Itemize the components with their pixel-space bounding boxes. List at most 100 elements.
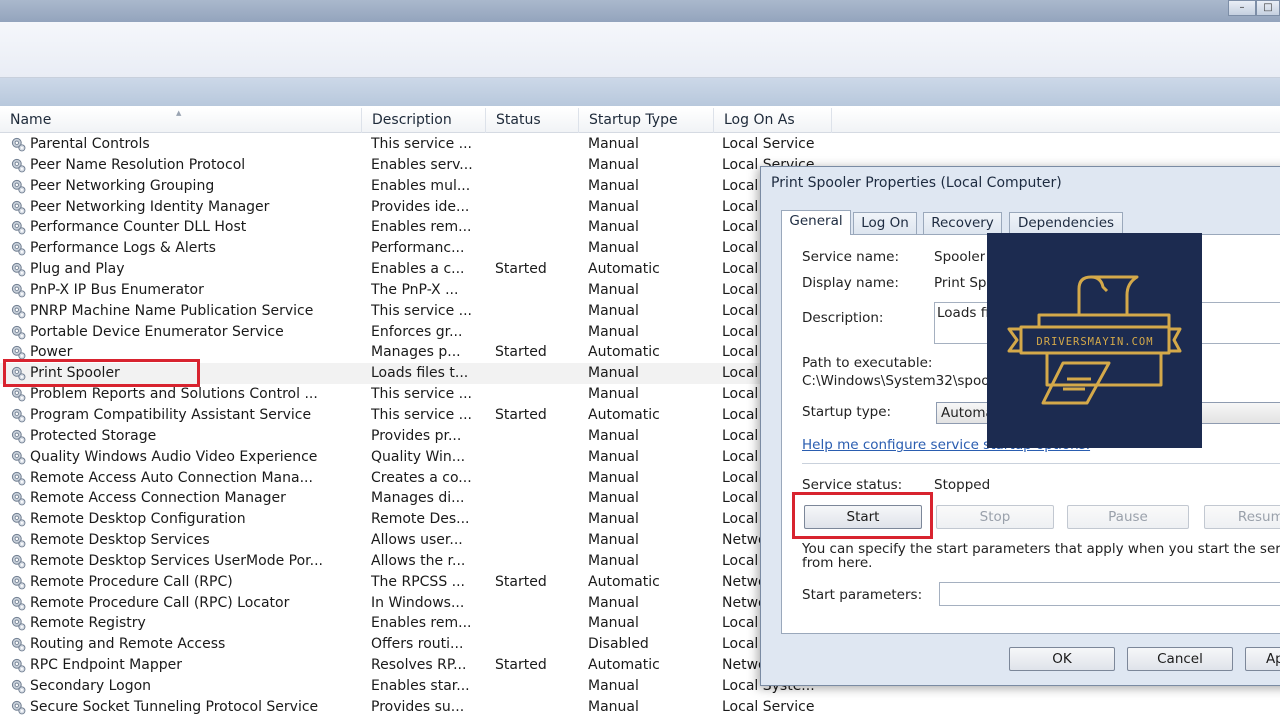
service-name-text: Program Compatibility Assistant Service (30, 406, 312, 423)
service-startup-cell: Automatic (588, 657, 660, 674)
resume-button[interactable]: Resume (1204, 505, 1280, 529)
service-description-cell: Enables mul... (371, 177, 471, 194)
service-name-text: Routing and Remote Access (30, 636, 226, 653)
service-startup-cell: Manual (588, 511, 639, 528)
service-name-text: Problem Reports and Solutions Control ..… (30, 386, 318, 403)
toolbar (0, 22, 1280, 78)
service-startup-cell: Manual (588, 281, 639, 298)
service-description-cell: Performanc... (371, 240, 465, 257)
service-startup-cell: Automatic (588, 261, 660, 278)
minimize-button[interactable]: – (1228, 0, 1256, 16)
service-name-text: Remote Access Auto Connection Mana... (30, 469, 313, 486)
stop-button[interactable]: Stop (936, 505, 1054, 529)
service-startup-cell: Manual (588, 198, 639, 215)
service-name-text: Parental Controls (30, 136, 150, 152)
driversmayin-logo: DRIVERSMAYIN.COM (987, 233, 1202, 448)
service-startup-cell: Manual (588, 240, 639, 257)
service-description-cell: Enables a c... (371, 261, 465, 278)
service-name-text: Peer Name Resolution Protocol (30, 156, 246, 173)
service-name-text: Quality Windows Audio Video Experience (30, 448, 318, 465)
description-label: Description: (802, 310, 884, 326)
service-startup-cell: Manual (588, 386, 639, 403)
ok-button[interactable]: OK (1009, 647, 1115, 671)
service-description-cell: This service ... (371, 302, 473, 319)
column-header-startup-type[interactable]: Startup Type (579, 108, 714, 133)
service-description-cell: Allows user... (371, 532, 463, 549)
dialog-separator (802, 463, 1280, 464)
service-name-cell: Secure Socket Tunneling Protocol Service (10, 697, 360, 720)
printer-logo-icon: DRIVERSMAYIN.COM (1007, 275, 1182, 405)
logo-text: DRIVERSMAYIN.COM (1036, 336, 1153, 348)
start-params-note-line2: from here. (802, 555, 873, 571)
service-description-cell: Loads files t... (371, 365, 469, 382)
service-startup-cell: Manual (588, 427, 639, 444)
service-name-text: Peer Networking Identity Manager (30, 198, 270, 215)
maximize-button[interactable]: □ (1256, 0, 1280, 16)
window-titlebar (0, 0, 1280, 22)
column-header-status[interactable]: Status (486, 108, 579, 133)
service-description-cell: Provides pr... (371, 427, 462, 444)
service-description-cell: Enables rem... (371, 615, 472, 632)
tab-log-on[interactable]: Log On (853, 212, 917, 234)
service-description-cell: Allows the r... (371, 552, 466, 569)
column-header-description[interactable]: Description (362, 108, 486, 133)
service-description-cell: The PnP-X ... (371, 281, 459, 298)
service-name-text: Secondary Logon (30, 677, 152, 694)
service-description-cell: This service ... (371, 136, 473, 152)
service-description-cell: Quality Win... (371, 448, 466, 465)
service-startup-cell: Manual (588, 156, 639, 173)
tab-recovery[interactable]: Recovery (923, 212, 1002, 234)
tab-dependencies[interactable]: Dependencies (1009, 212, 1123, 234)
service-startup-cell: Manual (588, 552, 639, 569)
services-list-header: Name ▲ Description Status Startup Type L… (0, 108, 1280, 133)
service-description-cell: Resolves RP... (371, 657, 467, 674)
service-name-text: Remote Desktop Configuration (30, 511, 246, 528)
service-name-label: Service name: (802, 249, 900, 265)
service-startup-cell: Disabled (588, 636, 649, 653)
path-label: Path to executable: (802, 355, 933, 371)
service-startup-cell: Manual (588, 615, 639, 632)
service-startup-cell: Manual (588, 532, 639, 549)
service-startup-cell: Manual (588, 490, 639, 507)
service-name-text: Remote Registry (30, 615, 146, 632)
column-header-log-on-as[interactable]: Log On As (714, 108, 832, 133)
service-name-text: Protected Storage (30, 427, 157, 444)
tab-general[interactable]: General (781, 210, 851, 235)
service-startup-cell: Manual (588, 365, 639, 382)
pause-button[interactable]: Pause (1067, 505, 1189, 529)
service-name-text: Remote Desktop Services (30, 532, 210, 549)
service-name-text: Performance Counter DLL Host (30, 219, 247, 236)
dialog-title: Print Spooler Properties (Local Computer… (771, 175, 1062, 191)
service-description-cell: Enforces gr... (371, 323, 463, 340)
service-description-cell: Creates a co... (371, 469, 472, 486)
table-row[interactable]: Parental Controls This service ... Manual L… (0, 134, 1280, 155)
service-status-cell: Started (495, 573, 547, 590)
service-description-cell: Enables serv... (371, 156, 473, 173)
table-row[interactable]: Secure Socket Tunneling Protocol Service… (0, 697, 1280, 718)
service-status-cell: Started (495, 344, 547, 361)
start-params-input[interactable] (939, 582, 1280, 606)
service-startup-cell: Manual (588, 323, 639, 340)
service-description-cell: This service ... (371, 386, 473, 403)
service-description-cell: Offers routi... (371, 636, 464, 653)
service-description-cell: Enables star... (371, 677, 470, 694)
service-startup-cell: Manual (588, 177, 639, 194)
service-status-cell: Started (495, 261, 547, 278)
service-name-text: Remote Desktop Services UserMode Por... (30, 552, 323, 569)
service-description-cell: Manages di... (371, 490, 465, 507)
service-startup-cell: Manual (588, 698, 639, 715)
cancel-button[interactable]: Cancel (1127, 647, 1233, 671)
service-startup-cell: Automatic (588, 406, 660, 423)
service-name-text: Remote Procedure Call (RPC) Locator (30, 594, 290, 611)
start-button-highlight (792, 492, 933, 539)
service-logon-cell: Local Service (722, 698, 815, 715)
start-params-label: Start parameters: (802, 587, 923, 603)
print-spooler-highlight (3, 359, 200, 387)
service-name-text: Remote Procedure Call (RPC) (30, 573, 233, 590)
apply-button[interactable]: Apply (1245, 647, 1280, 671)
service-description-cell: Manages p... (371, 344, 461, 361)
service-status-value: Stopped (934, 477, 991, 493)
service-name-text: PNRP Machine Name Publication Service (30, 302, 314, 319)
service-startup-cell: Manual (588, 677, 639, 694)
service-name-text: Secure Socket Tunneling Protocol Service (30, 698, 319, 715)
